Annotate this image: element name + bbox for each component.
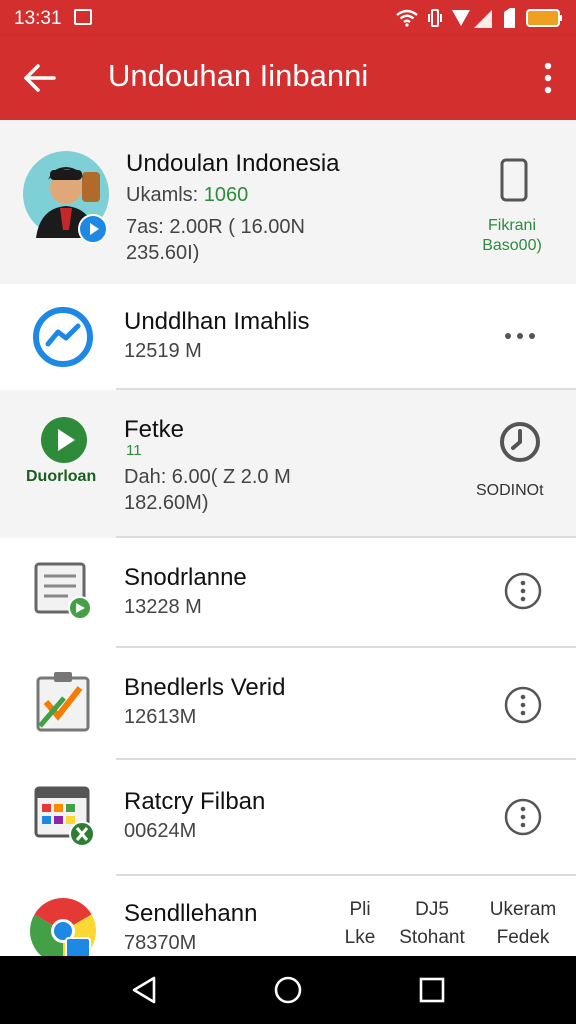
- battery-icon: [526, 9, 562, 27]
- sim-icon: [504, 8, 515, 28]
- vibrate-icon: [428, 9, 442, 27]
- clipboard-icon: [36, 672, 90, 732]
- action-label-top: Ukeram: [489, 899, 557, 920]
- action-label-bottom: Fedek: [496, 927, 550, 948]
- item-title: Bnedlerls Verid: [124, 674, 286, 701]
- item-title: Snodrlanne: [124, 564, 247, 591]
- page-title: Undouhan Iinbanni: [108, 58, 369, 93]
- wifi-icon: [396, 9, 418, 27]
- action-label[interactable]: Fikrani Baso00): [462, 216, 562, 256]
- status-time: 13:31: [14, 8, 62, 29]
- action-label-bottom: Stohant: [399, 927, 465, 948]
- status-value: 1060: [203, 184, 249, 206]
- more-vert-icon[interactable]: [536, 58, 560, 98]
- item-title: Unddlhan Imahlis: [124, 308, 310, 335]
- item-detail: 7as: 2.00R ( 16.00N: [126, 216, 305, 238]
- download-list: Undoulan Indonesia Ukamls: 1060 7as: 2.0…: [0, 120, 576, 956]
- item-size: 00624M: [124, 820, 197, 842]
- recents-square-icon[interactable]: [416, 974, 448, 1006]
- list-item[interactable]: Snodrlanne 13228 M: [0, 538, 576, 648]
- more-horiz-icon[interactable]: [500, 324, 540, 348]
- list-item[interactable]: Undoulan Indonesia Ukamls: 1060 7as: 2.0…: [0, 120, 576, 284]
- messenger-icon: [33, 307, 93, 367]
- icon-label: Duorloan: [26, 468, 97, 485]
- item-status: Ukamls: 1060: [126, 184, 248, 207]
- item-title: Sendllehann: [124, 900, 258, 927]
- action-label-top: Fikrani: [487, 217, 536, 234]
- action-button-3[interactable]: Ukeram Fedek: [478, 896, 568, 952]
- action-button-1[interactable]: Pli Lke: [330, 896, 390, 952]
- item-title: Ratcry Filban: [124, 788, 266, 815]
- action-button-2[interactable]: DJ5 Stohant: [390, 896, 474, 952]
- app-bar: Undouhan Iinbanni: [0, 36, 576, 120]
- back-triangle-icon[interactable]: [128, 974, 160, 1006]
- schedule-icon[interactable]: [498, 420, 542, 464]
- home-circle-icon[interactable]: [272, 974, 304, 1006]
- item-size: 12519 M: [124, 340, 202, 362]
- item-title: Undoulan Indonesia: [126, 150, 340, 177]
- signal-icon: [452, 10, 492, 28]
- item-badge: 11: [126, 442, 142, 459]
- status-icons: [396, 6, 564, 30]
- action-label[interactable]: SODINOt: [476, 482, 544, 500]
- item-size: 13228 M: [124, 596, 202, 618]
- item-size: 78370M: [124, 932, 197, 954]
- image-notification-icon: [74, 9, 92, 25]
- arrow-back-icon[interactable]: [20, 58, 60, 98]
- list-item[interactable]: Unddlhan Imahlis 12519 M: [0, 284, 576, 390]
- play-icon: [41, 417, 87, 463]
- status-label: Ukamls:: [126, 184, 199, 206]
- phone-icon[interactable]: [498, 158, 530, 202]
- more-vert-circle-icon[interactable]: [504, 798, 542, 836]
- list-item[interactable]: Duorloan Fetke 11 Dah: 6.00( Z 2.0 M 182…: [0, 390, 576, 538]
- action-label-top: DJ5: [415, 899, 449, 920]
- item-size: 12613M: [124, 706, 197, 728]
- calendar-icon: [34, 786, 95, 847]
- download-badge-icon: [78, 214, 108, 244]
- list-item[interactable]: Bnedlerls Verid 12613M: [0, 648, 576, 760]
- item-title: Fetke: [124, 416, 185, 443]
- action-label-top: Pli: [349, 899, 371, 920]
- chrome-icon: [29, 898, 97, 956]
- action-label-bottom: Lke: [344, 927, 376, 948]
- item-size: 182.60M): [124, 492, 209, 514]
- more-vert-circle-icon[interactable]: [504, 572, 542, 610]
- item-detail: Dah: 6.00( Z 2.0 M: [124, 466, 291, 488]
- list-item[interactable]: Ratcry Filban 00624M: [0, 760, 576, 876]
- item-size: 235.60I): [126, 242, 200, 264]
- status-bar: 13:31: [0, 0, 576, 36]
- list-item[interactable]: Sendllehann 78370M Pli Lke DJ5 Stohant U…: [0, 876, 576, 956]
- document-icon: [34, 562, 92, 620]
- action-label-bottom: Baso00): [482, 237, 542, 254]
- navigation-bar: [0, 956, 576, 1024]
- more-vert-circle-icon[interactable]: [504, 686, 542, 724]
